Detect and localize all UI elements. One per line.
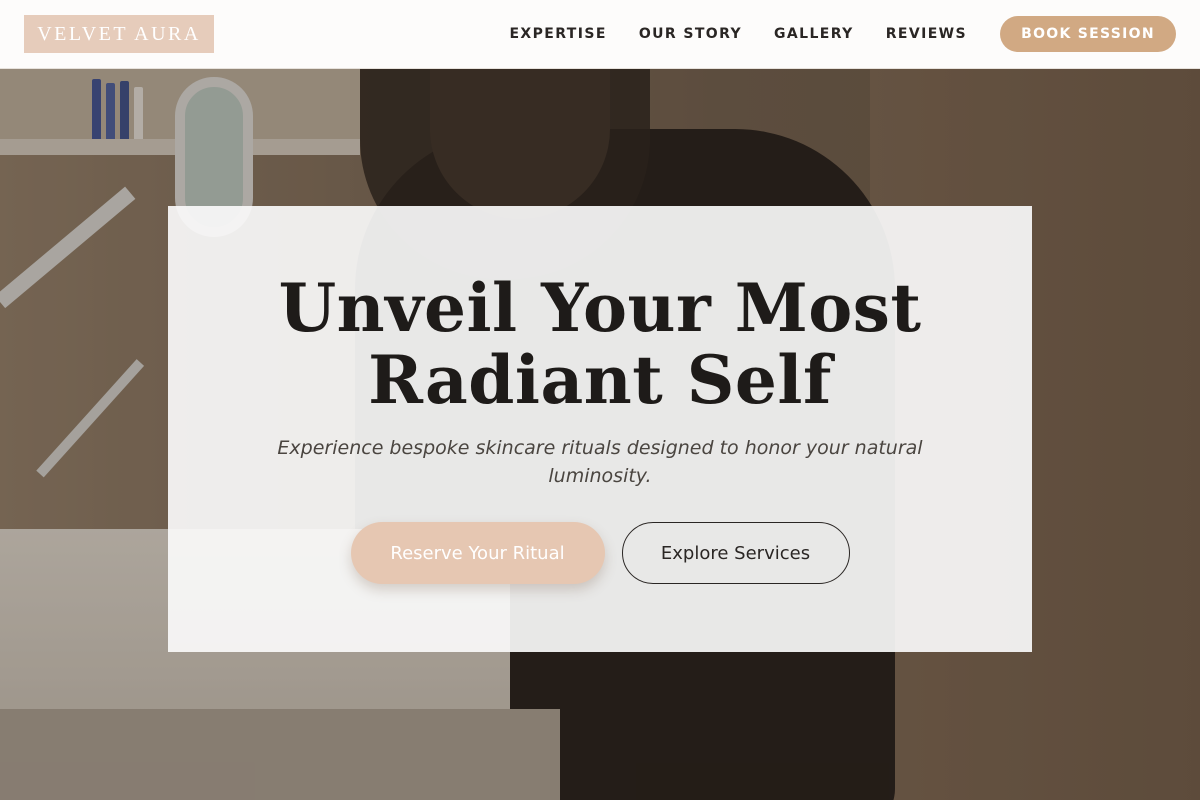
hero-headline-line1: Unveil Your Most — [278, 269, 922, 347]
hero-headline: Unveil Your Most Radiant Self — [250, 272, 950, 416]
book-session-button[interactable]: BOOK SESSION — [1000, 16, 1176, 52]
explore-services-button[interactable]: Explore Services — [621, 522, 850, 584]
logo[interactable]: VELVET AURA — [24, 15, 214, 53]
hero-button-row: Reserve Your Ritual Explore Services — [350, 522, 850, 584]
hero-headline-line2: Radiant Self — [368, 341, 832, 419]
hero-card: Unveil Your Most Radiant Self Experience… — [168, 206, 1032, 652]
main-nav: EXPERTISE OUR STORY GALLERY REVIEWS BOOK… — [509, 16, 1176, 52]
nav-link-gallery[interactable]: GALLERY — [774, 26, 854, 42]
nav-link-our-story[interactable]: OUR STORY — [639, 26, 742, 42]
reserve-ritual-button[interactable]: Reserve Your Ritual — [350, 522, 605, 584]
hero-subtext: Experience bespoke skincare rituals desi… — [277, 437, 923, 487]
nav-link-reviews[interactable]: REVIEWS — [886, 26, 967, 42]
nav-link-expertise[interactable]: EXPERTISE — [509, 26, 606, 42]
site-header: VELVET AURA EXPERTISE OUR STORY GALLERY … — [0, 0, 1200, 69]
